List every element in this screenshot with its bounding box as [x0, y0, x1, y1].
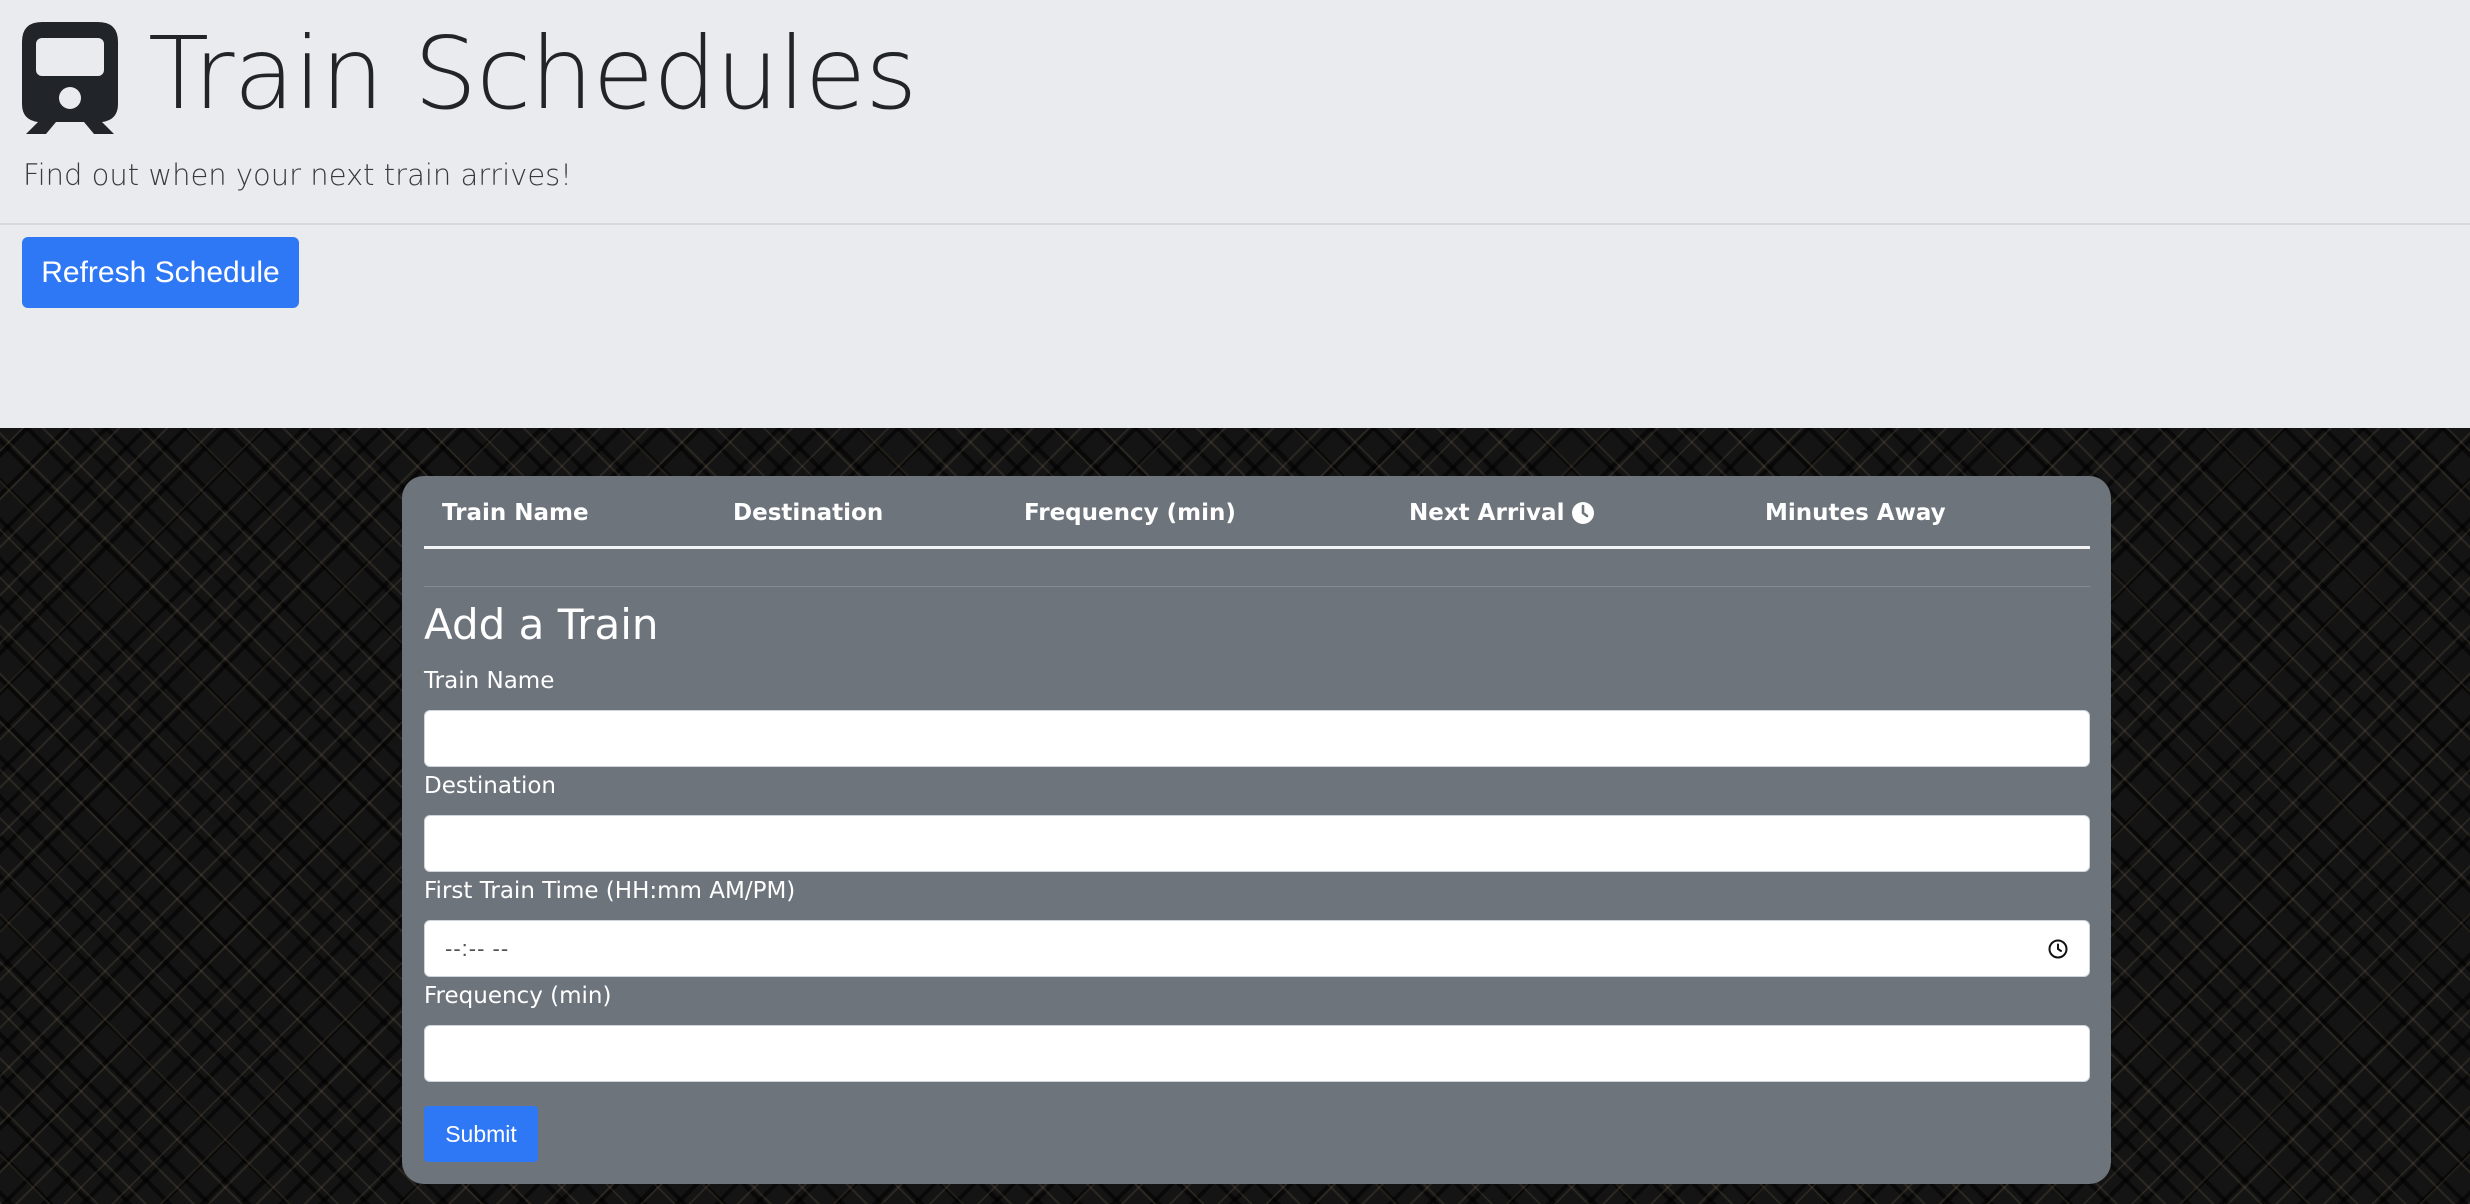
train-name-label: Train Name: [424, 668, 555, 694]
first-train-time-label: First Train Time (HH:mm AM/PM): [424, 878, 796, 904]
first-train-time-input[interactable]: --:-- --: [424, 920, 2090, 977]
title-row: Train Schedules: [22, 18, 917, 134]
column-label: Train Name: [442, 500, 589, 526]
schedule-card: Train Name Destination Frequency (min) N…: [402, 476, 2111, 1184]
destination-label: Destination: [424, 773, 556, 799]
jumbotron: Train Schedules Find out when your next …: [0, 0, 2470, 428]
submit-button[interactable]: Submit: [424, 1106, 538, 1162]
column-header-train-name: Train Name: [442, 500, 589, 526]
clock-icon[interactable]: [2047, 938, 2069, 960]
page-title: Train Schedules: [148, 15, 917, 132]
frequency-input[interactable]: [424, 1025, 2090, 1082]
train-icon: [22, 22, 118, 134]
destination-input[interactable]: [424, 815, 2090, 872]
table-header: Train Name Destination Frequency (min) N…: [424, 476, 2090, 549]
column-label: Frequency (min): [1024, 500, 1236, 526]
section-divider: [424, 586, 2090, 587]
add-train-title: Add a Train: [424, 600, 659, 649]
column-label: Next Arrival: [1409, 500, 1565, 526]
train-name-input[interactable]: [424, 710, 2090, 767]
page-lead: Find out when your next train arrives!: [23, 158, 572, 192]
frequency-label: Frequency (min): [424, 983, 612, 1009]
column-header-frequency: Frequency (min): [1024, 500, 1236, 526]
column-header-next-arrival: Next Arrival: [1409, 500, 1595, 526]
refresh-schedule-button[interactable]: Refresh Schedule: [22, 237, 299, 308]
column-label: Destination: [733, 500, 884, 526]
column-label: Minutes Away: [1765, 500, 1946, 526]
divider: [0, 223, 2470, 225]
clock-icon: [1572, 502, 1595, 524]
column-header-minutes-away: Minutes Away: [1765, 500, 1946, 526]
time-placeholder: --:-- --: [445, 935, 510, 961]
column-header-destination: Destination: [733, 500, 883, 526]
